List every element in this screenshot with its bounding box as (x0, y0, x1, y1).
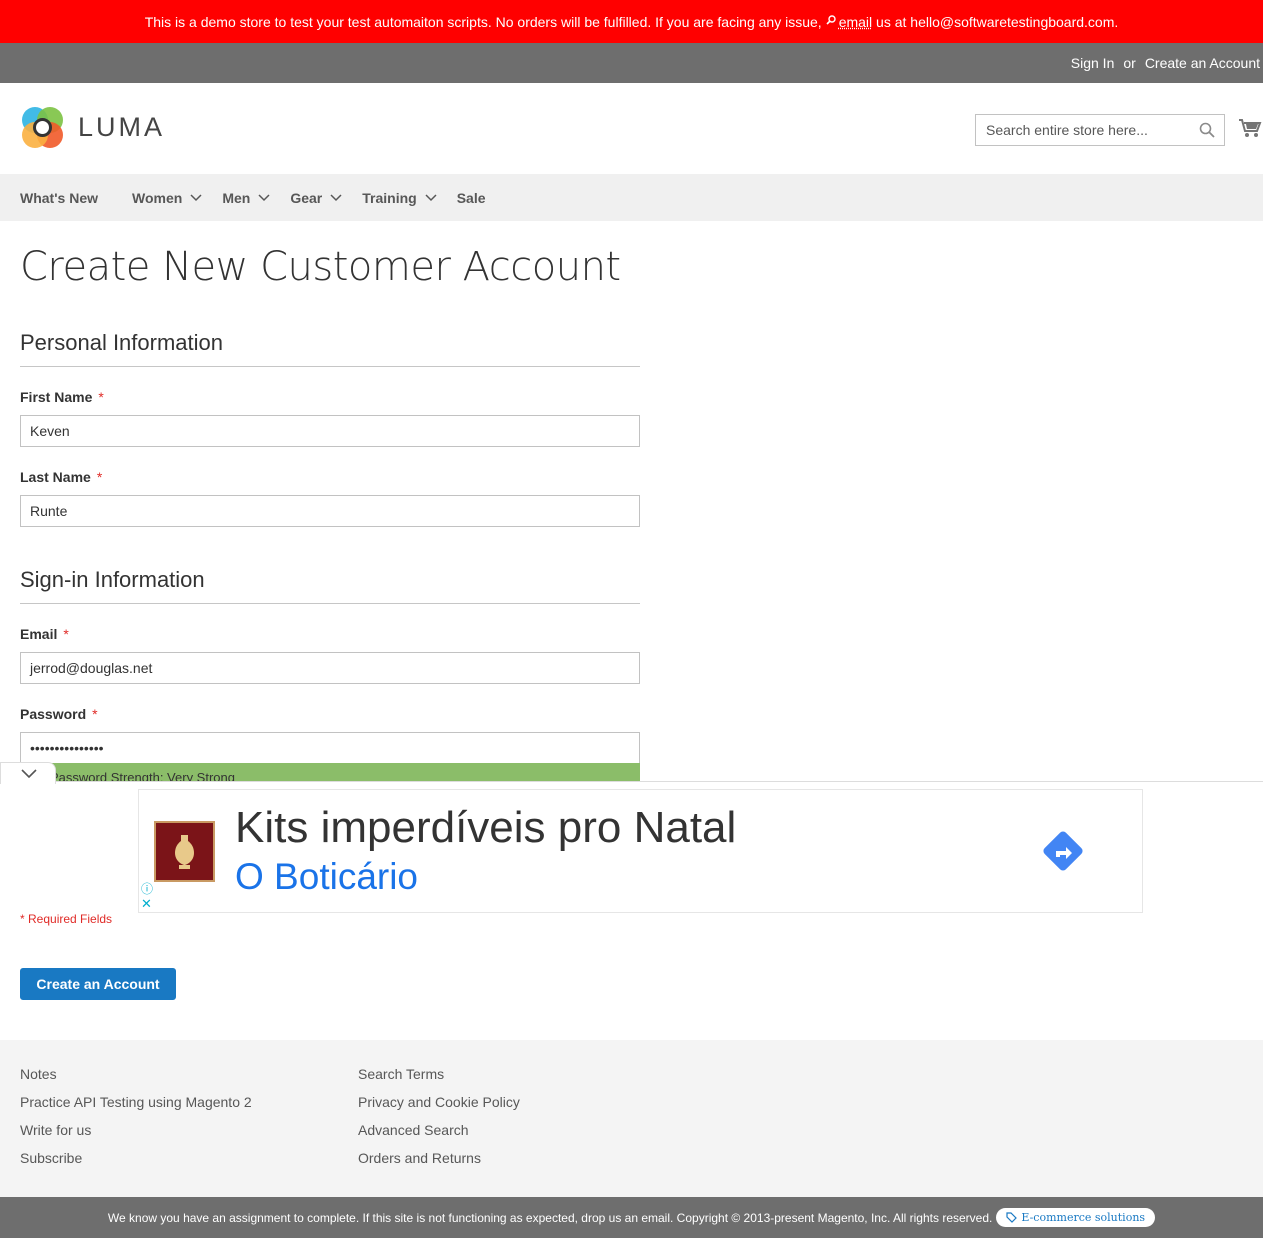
copyright-text: We know you have an assignment to comple… (107, 1210, 993, 1225)
chevron-down-icon (21, 769, 37, 779)
perfume-bottle-icon (175, 835, 194, 869)
label-text: Email (20, 626, 58, 642)
footer-link-api-testing[interactable]: Practice API Testing using Magento 2 (20, 1088, 252, 1116)
ad-headline: Kits imperdíveis pro Natal (235, 803, 737, 852)
footer-link-subscribe[interactable]: Subscribe (20, 1144, 252, 1172)
email-link[interactable]: email (839, 14, 872, 30)
ad-collapse-toggle[interactable] (0, 762, 56, 784)
first-name-label: First Name * (20, 389, 104, 405)
label-text: Password (20, 706, 87, 722)
required-fields-note: * Required Fields (20, 912, 113, 926)
create-account-button[interactable]: Create an Account (20, 968, 176, 1000)
page-title: Create New Customer Account (20, 244, 621, 290)
signin-info-legend: Sign-in Information (20, 567, 640, 604)
nav-label: Sale (456, 189, 486, 206)
chevron-down-icon (190, 193, 202, 201)
nav-item-whats-new[interactable]: What's New (20, 190, 98, 206)
chevron-down-icon (330, 193, 342, 201)
password-label: Password * (20, 706, 98, 722)
required-asterisk: * (96, 469, 103, 485)
label-text: First Name (20, 389, 93, 405)
label-text: Last Name (20, 469, 91, 485)
tag-icon (1006, 1212, 1018, 1223)
search-placeholder: Search entire store here... (986, 122, 1148, 138)
nav-label: Training (362, 189, 417, 206)
first-name-field[interactable]: Keven (20, 415, 640, 447)
nav-label: What's New (20, 189, 99, 206)
create-account-link[interactable]: Create an Account (1145, 55, 1260, 71)
password-strength-meter: Password Strength: Very Strong (20, 763, 640, 782)
footer-link-search-terms[interactable]: Search Terms (358, 1060, 520, 1088)
ad-product-image (154, 821, 215, 882)
nav-item-men[interactable]: Men (222, 190, 270, 206)
luma-logo-icon (22, 107, 63, 148)
info-icon[interactable]: ⓘ (141, 880, 153, 897)
nav-label: Gear (290, 189, 323, 206)
nav-item-gear[interactable]: Gear (290, 190, 342, 206)
logo-text: LUMA (78, 112, 166, 142)
nav-label: Women (132, 189, 183, 206)
sign-in-link[interactable]: Sign In (1071, 55, 1115, 71)
badge-label: E-commerce solutions (1021, 1211, 1146, 1224)
ad-banner-strip: Kits imperdíveis pro Natal O Boticário ⓘ… (0, 762, 1263, 913)
nav-item-sale[interactable]: Sale (457, 190, 486, 206)
nav-item-women[interactable]: Women (132, 190, 202, 206)
demo-notice-text: This is a demo store to test your test a… (144, 13, 822, 30)
footer: Notes Practice API Testing using Magento… (0, 1040, 1263, 1197)
email-label: Email * (20, 626, 69, 642)
search-input[interactable]: Search entire store here... (975, 114, 1225, 146)
footer-link-orders-returns[interactable]: Orders and Returns (358, 1144, 520, 1172)
nav-label: Men (222, 189, 251, 206)
demo-notice-text-end: us at hello@softwaretestingboard.com. (876, 13, 1119, 30)
footer-link-write-for-us[interactable]: Write for us (20, 1116, 252, 1144)
site-header: LUMA Search entire store here... (0, 83, 1263, 174)
required-asterisk: * (92, 706, 98, 722)
ecommerce-solutions-badge[interactable]: E-commerce solutions (996, 1208, 1156, 1227)
demo-notice-bar: This is a demo store to test your test a… (0, 0, 1263, 43)
cart-icon[interactable] (1238, 116, 1262, 140)
directions-arrow-icon[interactable] (1038, 826, 1088, 876)
required-asterisk: * (63, 626, 69, 642)
chevron-down-icon (258, 193, 270, 201)
ad-banner[interactable]: Kits imperdíveis pro Natal O Boticário ⓘ… (138, 789, 1143, 913)
last-name-label: Last Name * (20, 469, 102, 485)
footer-col-1: Notes Practice API Testing using Magento… (20, 1060, 252, 1172)
footer-col-2: Search Terms Privacy and Cookie Policy A… (358, 1060, 520, 1172)
close-icon[interactable]: ✕ (141, 896, 152, 912)
email-field[interactable]: jerrod@douglas.net (20, 652, 640, 684)
or-separator: or (1123, 55, 1136, 71)
search-icon[interactable] (1199, 122, 1215, 138)
footer-link-advanced-search[interactable]: Advanced Search (358, 1116, 520, 1144)
main-nav: What's New Women Men Gear Training Sale (0, 174, 1263, 221)
magnifier-icon (826, 15, 836, 28)
footer-link-privacy[interactable]: Privacy and Cookie Policy (358, 1088, 520, 1116)
personal-info-legend: Personal Information (20, 330, 640, 367)
panel-header: Sign In or Create an Account (0, 43, 1263, 83)
last-name-field[interactable]: Runte (20, 495, 640, 527)
required-asterisk: * (98, 389, 104, 405)
nav-item-training[interactable]: Training (362, 189, 437, 206)
password-field[interactable]: ••••••••••••••• (20, 732, 640, 764)
footer-link-notes[interactable]: Notes (20, 1060, 252, 1088)
chevron-down-icon (425, 193, 437, 201)
logo[interactable]: LUMA (20, 105, 165, 150)
ad-brand: O Boticário (235, 856, 419, 897)
copyright-bar: We know you have an assignment to comple… (0, 1197, 1263, 1238)
